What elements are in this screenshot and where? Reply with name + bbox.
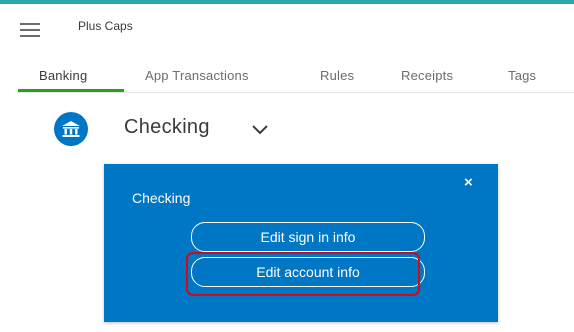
account-popover: Checking × Edit sign in info Edit accoun… [104,164,498,322]
tab-app-transactions[interactable]: App Transactions [145,68,249,83]
annotation-highlight-box [186,252,420,296]
account-name[interactable]: Checking [124,116,210,139]
banking-tabs: Banking App Transactions Rules Receipts … [18,58,574,93]
tab-receipts[interactable]: Receipts [401,68,453,83]
tab-rules[interactable]: Rules [320,68,354,83]
active-tab-indicator [18,89,124,92]
tab-banking[interactable]: Banking [39,68,87,83]
hamburger-menu-icon[interactable] [20,23,40,37]
chevron-down-icon[interactable] [252,122,268,140]
tab-tags[interactable]: Tags [508,68,536,83]
popover-title: Checking [132,190,191,206]
close-icon[interactable]: × [464,174,473,191]
company-name: Plus Caps [78,19,133,33]
bank-icon [54,112,88,146]
app-header: Plus Caps [0,4,574,50]
edit-sign-in-info-button[interactable]: Edit sign in info [191,222,425,252]
